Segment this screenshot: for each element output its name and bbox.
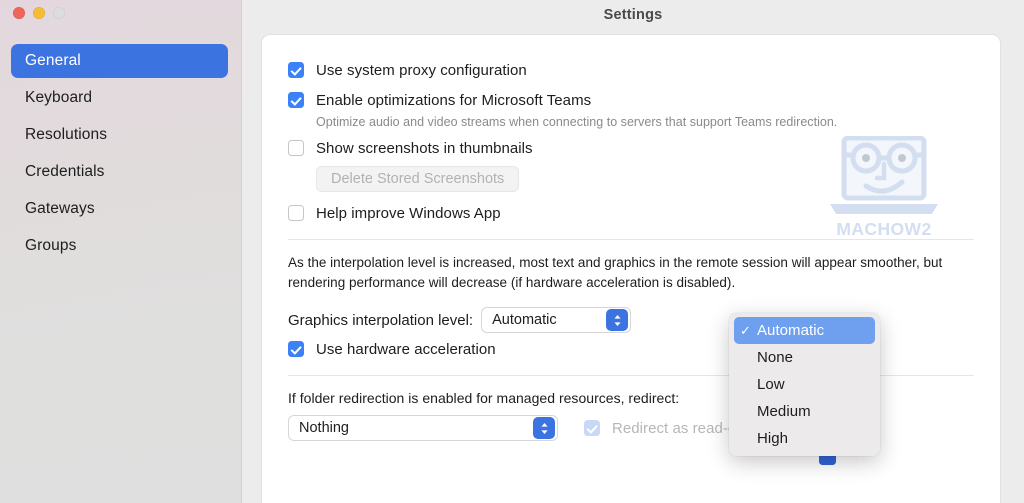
sidebar-item-resolutions[interactable]: Resolutions xyxy=(11,118,228,152)
sidebar-item-label: Resolutions xyxy=(25,126,107,144)
sidebar-item-label: Gateways xyxy=(25,200,95,218)
sidebar-item-label: General xyxy=(25,52,81,70)
sidebar: General Keyboard Resolutions Credentials… xyxy=(0,0,242,503)
proxy-checkbox-label: Use system proxy configuration xyxy=(316,62,527,79)
menu-item-high[interactable]: High xyxy=(734,425,875,452)
sidebar-nav: General Keyboard Resolutions Credentials… xyxy=(11,44,228,266)
menu-item-low[interactable]: Low xyxy=(734,371,875,398)
interpolation-popup-value: Automatic xyxy=(492,312,556,328)
zoom-window-button xyxy=(53,7,65,19)
menu-item-medium[interactable]: Medium xyxy=(734,398,875,425)
menu-item-label: Medium xyxy=(757,403,811,420)
hardware-acceleration-label: Use hardware acceleration xyxy=(316,341,496,358)
folder-redirection-popup-value: Nothing xyxy=(299,420,349,436)
teams-checkbox-note: Optimize audio and video streams when co… xyxy=(316,115,974,129)
proxy-checkbox-row[interactable]: Use system proxy configuration xyxy=(288,55,974,85)
sidebar-item-general[interactable]: General xyxy=(11,44,228,78)
menu-item-label: None xyxy=(757,349,793,366)
check-icon: ✓ xyxy=(740,324,757,337)
sidebar-item-label: Keyboard xyxy=(25,89,92,107)
menu-item-label: Automatic xyxy=(757,322,824,339)
telemetry-checkbox-label: Help improve Windows App xyxy=(316,205,501,222)
close-window-button[interactable] xyxy=(13,7,25,19)
screenshots-checkbox-label: Show screenshots in thumbnails xyxy=(316,140,533,157)
sidebar-item-credentials[interactable]: Credentials xyxy=(11,155,228,189)
main-content: Settings Use system proxy configuration … xyxy=(242,0,1024,503)
telemetry-checkbox[interactable] xyxy=(288,205,304,221)
minimize-window-button[interactable] xyxy=(33,7,45,19)
screenshots-checkbox-row[interactable]: Show screenshots in thumbnails xyxy=(288,133,974,163)
teams-checkbox-label: Enable optimizations for Microsoft Teams xyxy=(316,92,591,109)
sidebar-item-groups[interactable]: Groups xyxy=(11,229,228,263)
hardware-acceleration-checkbox[interactable] xyxy=(288,341,304,357)
page-title: Settings xyxy=(242,0,1024,30)
delete-stored-screenshots-button: Delete Stored Screenshots xyxy=(316,166,519,192)
teams-checkbox[interactable] xyxy=(288,92,304,108)
interpolation-dropdown-menu[interactable]: ✓ Automatic None Low Medium High xyxy=(729,313,880,456)
telemetry-checkbox-row[interactable]: Help improve Windows App xyxy=(288,198,974,228)
divider-top xyxy=(288,239,974,240)
folder-redirection-popup-button[interactable]: Nothing xyxy=(288,415,558,441)
delete-stored-screenshots-label: Delete Stored Screenshots xyxy=(331,171,504,187)
interpolation-popup-button[interactable]: Automatic xyxy=(481,307,631,333)
sidebar-item-label: Credentials xyxy=(25,163,105,181)
chevron-up-down-icon xyxy=(533,417,555,439)
read-only-checkbox xyxy=(584,420,600,436)
sidebar-item-keyboard[interactable]: Keyboard xyxy=(11,81,228,115)
interpolation-label: Graphics interpolation level: xyxy=(288,312,473,329)
sidebar-item-label: Groups xyxy=(25,237,76,255)
window-controls xyxy=(13,7,65,19)
chevron-up-down-icon xyxy=(606,309,628,331)
teams-checkbox-row[interactable]: Enable optimizations for Microsoft Teams xyxy=(288,85,974,115)
menu-item-label: High xyxy=(757,430,788,447)
menu-item-automatic[interactable]: ✓ Automatic xyxy=(734,317,875,344)
sidebar-item-gateways[interactable]: Gateways xyxy=(11,192,228,226)
menu-item-none[interactable]: None xyxy=(734,344,875,371)
menu-item-label: Low xyxy=(757,376,785,393)
settings-window: General Keyboard Resolutions Credentials… xyxy=(0,0,1024,503)
interpolation-description: As the interpolation level is increased,… xyxy=(288,253,974,292)
settings-panel: Use system proxy configuration Enable op… xyxy=(261,34,1001,503)
proxy-checkbox[interactable] xyxy=(288,62,304,78)
screenshots-checkbox[interactable] xyxy=(288,140,304,156)
